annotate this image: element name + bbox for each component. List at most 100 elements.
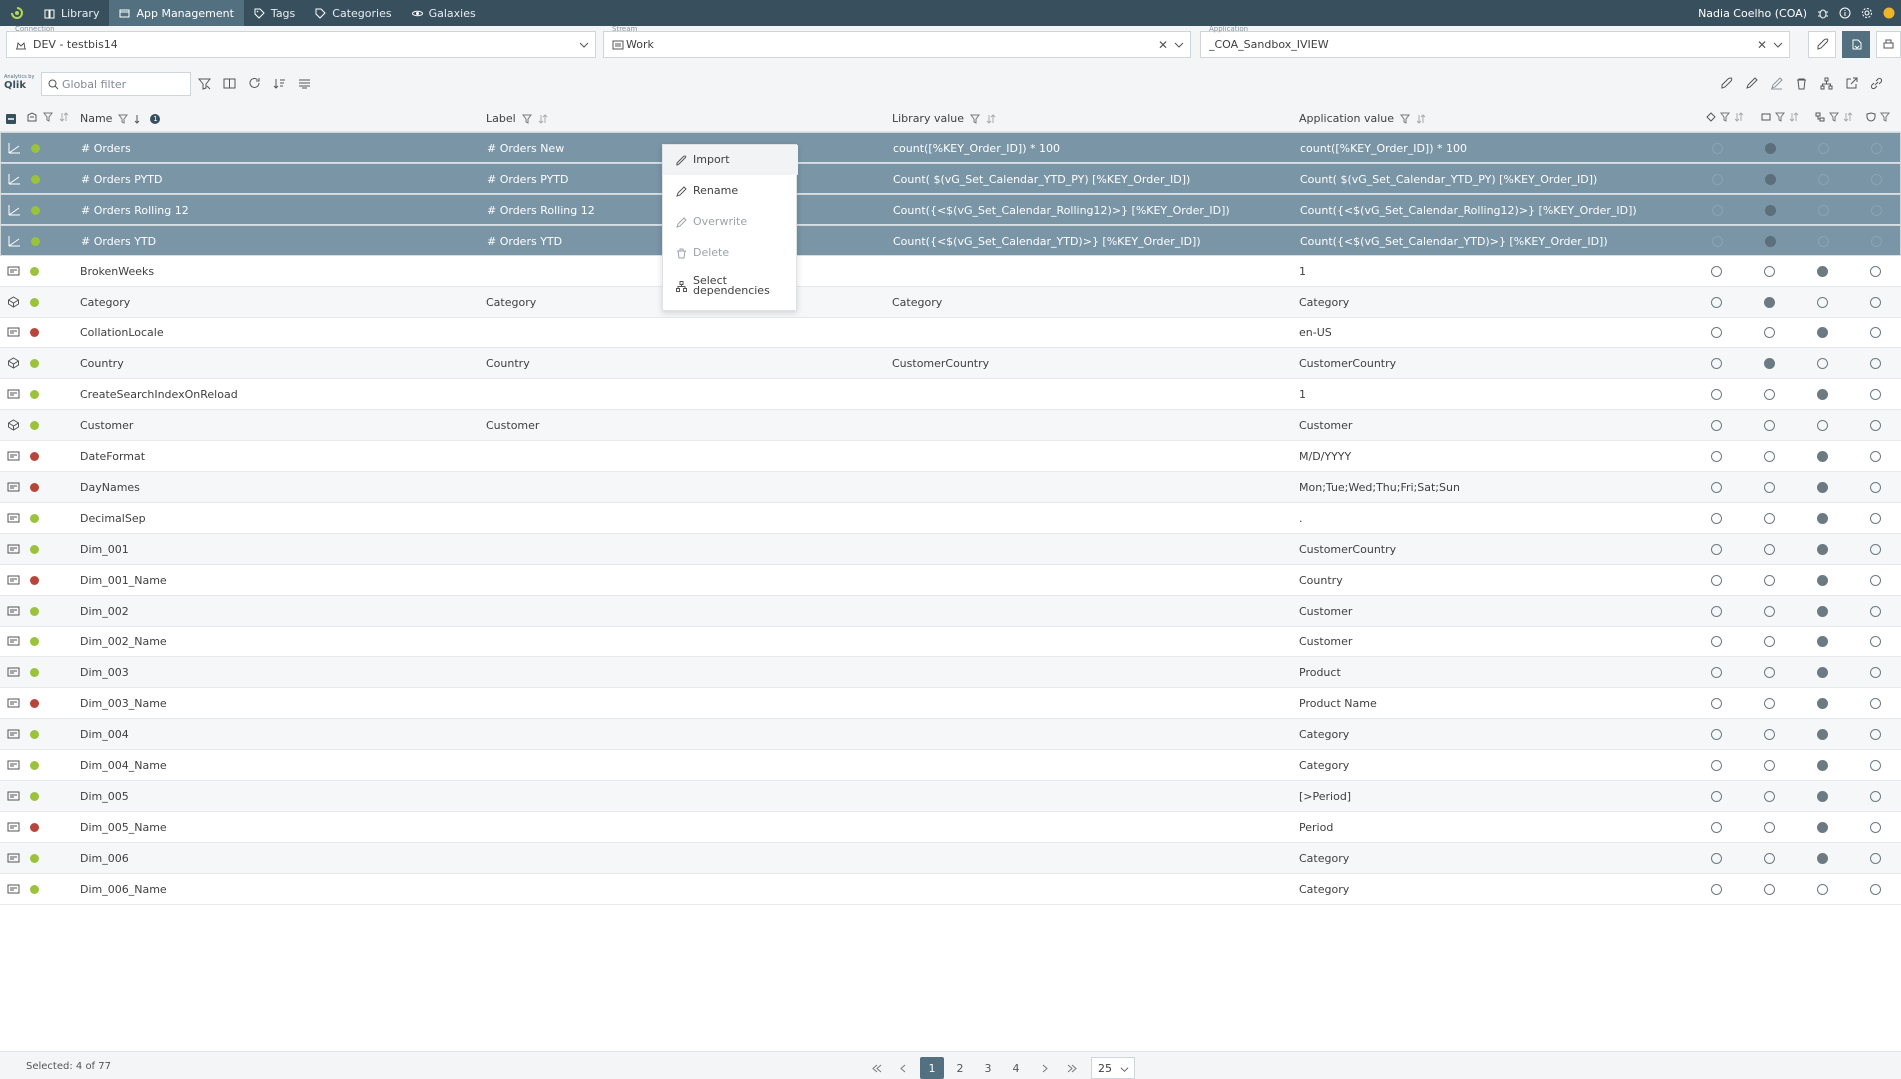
cell-library-value[interactable]: CustomerCountry: [892, 357, 989, 370]
flag-4-indicator[interactable]: [1870, 698, 1881, 709]
flag-1-indicator[interactable]: [1711, 389, 1722, 400]
flag-1-indicator[interactable]: [1711, 358, 1722, 369]
flag-3-indicator[interactable]: [1817, 266, 1828, 277]
flag-1-indicator[interactable]: [1711, 822, 1722, 833]
flag-4-indicator[interactable]: [1870, 729, 1881, 740]
application-select[interactable]: Application _COA_Sandbox_IVIEW ✕: [1200, 25, 1790, 58]
import-icon[interactable]: [1720, 77, 1733, 90]
clear-filter-icon[interactable]: [198, 77, 211, 90]
cell-application-value[interactable]: Category: [1299, 883, 1349, 896]
table-row[interactable]: # Orders Rolling 12 # Orders Rolling 12 Co…: [0, 194, 1901, 225]
cell-application-value[interactable]: Customer: [1299, 605, 1352, 618]
cell-application-value[interactable]: CustomerCountry: [1299, 357, 1396, 370]
flag-4-indicator[interactable]: [1870, 575, 1881, 586]
flag-1-indicator[interactable]: [1711, 544, 1722, 555]
filter-icon[interactable]: [1775, 112, 1785, 122]
cell-name[interactable]: # Orders YTD: [81, 235, 156, 248]
cell-name[interactable]: CollationLocale: [80, 326, 164, 339]
flag-2-indicator[interactable]: [1764, 513, 1775, 524]
cell-name[interactable]: Dim_002: [80, 605, 129, 618]
sort-icon[interactable]: [1843, 112, 1853, 122]
cell-label[interactable]: Customer: [486, 419, 539, 432]
flag-1-indicator[interactable]: [1712, 205, 1723, 216]
filter-icon[interactable]: [970, 114, 981, 124]
cell-name[interactable]: Dim_003: [80, 666, 129, 679]
table-row[interactable]: Dim_006 Category: [0, 843, 1901, 874]
flag-3-indicator[interactable]: [1817, 482, 1828, 493]
filter-icon[interactable]: [1720, 112, 1730, 122]
cell-name[interactable]: # Orders Rolling 12: [81, 204, 189, 217]
flag-1-indicator[interactable]: [1711, 420, 1722, 431]
cell-name[interactable]: CreateSearchIndexOnReload: [80, 388, 238, 401]
table-row[interactable]: Dim_001 CustomerCountry: [0, 534, 1901, 565]
sort-icon[interactable]: [986, 113, 996, 124]
cell-application-value[interactable]: Mon;Tue;Wed;Thu;Fri;Sat;Sun: [1299, 481, 1460, 494]
sort-icon[interactable]: [59, 112, 69, 122]
table-row[interactable]: # Orders PYTD # Orders PYTD Count( $(vG_Se…: [0, 163, 1901, 194]
application-value-column-header[interactable]: Application value: [1299, 112, 1426, 125]
filter-icon[interactable]: [1829, 112, 1839, 122]
flag-2-indicator[interactable]: [1764, 327, 1775, 338]
table-row[interactable]: DecimalSep.: [0, 503, 1901, 534]
open-app-button[interactable]: [1842, 31, 1870, 58]
flag-4-indicator[interactable]: [1871, 174, 1882, 185]
cell-label[interactable]: # Orders YTD: [487, 235, 562, 248]
label-column-header[interactable]: Label: [486, 112, 548, 125]
flag-2-indicator[interactable]: [1764, 698, 1775, 709]
cell-name[interactable]: Dim_006_Name: [80, 883, 167, 896]
flag4-column-header[interactable]: [1866, 112, 1890, 122]
cell-library-value[interactable]: count([%KEY_Order_ID]) * 100: [893, 142, 1060, 155]
filter-icon[interactable]: [1880, 112, 1890, 122]
next-page-button[interactable]: [1034, 1057, 1054, 1079]
chevron-down-icon[interactable]: [579, 40, 589, 50]
cell-application-value[interactable]: 1: [1299, 388, 1306, 401]
cell-label[interactable]: Category: [486, 296, 536, 309]
flag-2-indicator[interactable]: [1764, 544, 1775, 555]
flag-4-indicator[interactable]: [1870, 327, 1881, 338]
flag-3-indicator[interactable]: [1817, 575, 1828, 586]
cell-application-value[interactable]: Product: [1299, 666, 1341, 679]
table-row[interactable]: Dim_006_Name Category: [0, 874, 1901, 905]
cell-name[interactable]: Dim_005_Name: [80, 821, 167, 834]
sort-icon[interactable]: [1734, 112, 1744, 122]
cell-application-value[interactable]: Product Name: [1299, 697, 1377, 710]
flag-3-indicator[interactable]: [1818, 174, 1829, 185]
flag-2-indicator[interactable]: [1764, 791, 1775, 802]
flag-1-indicator[interactable]: [1711, 327, 1722, 338]
sort-icon[interactable]: [538, 113, 548, 124]
flag3-column-header[interactable]: [1815, 112, 1853, 122]
chevron-down-icon[interactable]: [1174, 40, 1184, 50]
cell-label[interactable]: # Orders Rolling 12: [487, 204, 595, 217]
last-page-button[interactable]: [1062, 1057, 1082, 1079]
sort-icon[interactable]: [273, 77, 286, 90]
table-row[interactable]: Dim_003_Name Product Name: [0, 688, 1901, 719]
trash-icon[interactable]: [1795, 77, 1808, 90]
settings-icon[interactable]: [1861, 7, 1873, 19]
filter-icon[interactable]: [1400, 114, 1411, 124]
flag-4-indicator[interactable]: [1870, 482, 1881, 493]
flag-3-indicator[interactable]: [1817, 853, 1828, 864]
dependencies-icon[interactable]: [1820, 77, 1833, 90]
cell-name[interactable]: Dim_005: [80, 790, 129, 803]
flag-3-indicator[interactable]: [1818, 143, 1829, 154]
flag-3-indicator[interactable]: [1817, 606, 1828, 617]
cell-application-value[interactable]: Count({<$(vG_Set_Calendar_YTD)>} [%KEY_O…: [1300, 235, 1608, 248]
table-row[interactable]: DateFormat M/D/YYYY: [0, 441, 1901, 472]
table-row[interactable]: Dim_004_Name Category: [0, 750, 1901, 781]
select-all-checkbox[interactable]: [6, 114, 16, 124]
table-row[interactable]: Dim_002 Customer: [0, 596, 1901, 627]
avatar-icon[interactable]: [1883, 7, 1895, 19]
flag1-column-header[interactable]: [1706, 112, 1744, 122]
cell-application-value[interactable]: count([%KEY_Order_ID]) * 100: [1300, 142, 1467, 155]
flag-1-indicator[interactable]: [1711, 482, 1722, 493]
flag-3-indicator[interactable]: [1817, 513, 1828, 524]
cell-application-value[interactable]: 1: [1299, 265, 1306, 278]
flag-2-indicator[interactable]: [1765, 205, 1776, 216]
table-row[interactable]: # Orders # Orders New count([%KEY_Order_ID…: [0, 132, 1901, 163]
type-column-header[interactable]: [27, 112, 69, 122]
flag-2-indicator[interactable]: [1764, 389, 1775, 400]
refresh-icon[interactable]: [248, 77, 261, 90]
flag-4-indicator[interactable]: [1871, 205, 1882, 216]
nav-item-app-management[interactable]: App Management: [109, 0, 244, 26]
sort-asc-icon[interactable]: [134, 114, 144, 124]
